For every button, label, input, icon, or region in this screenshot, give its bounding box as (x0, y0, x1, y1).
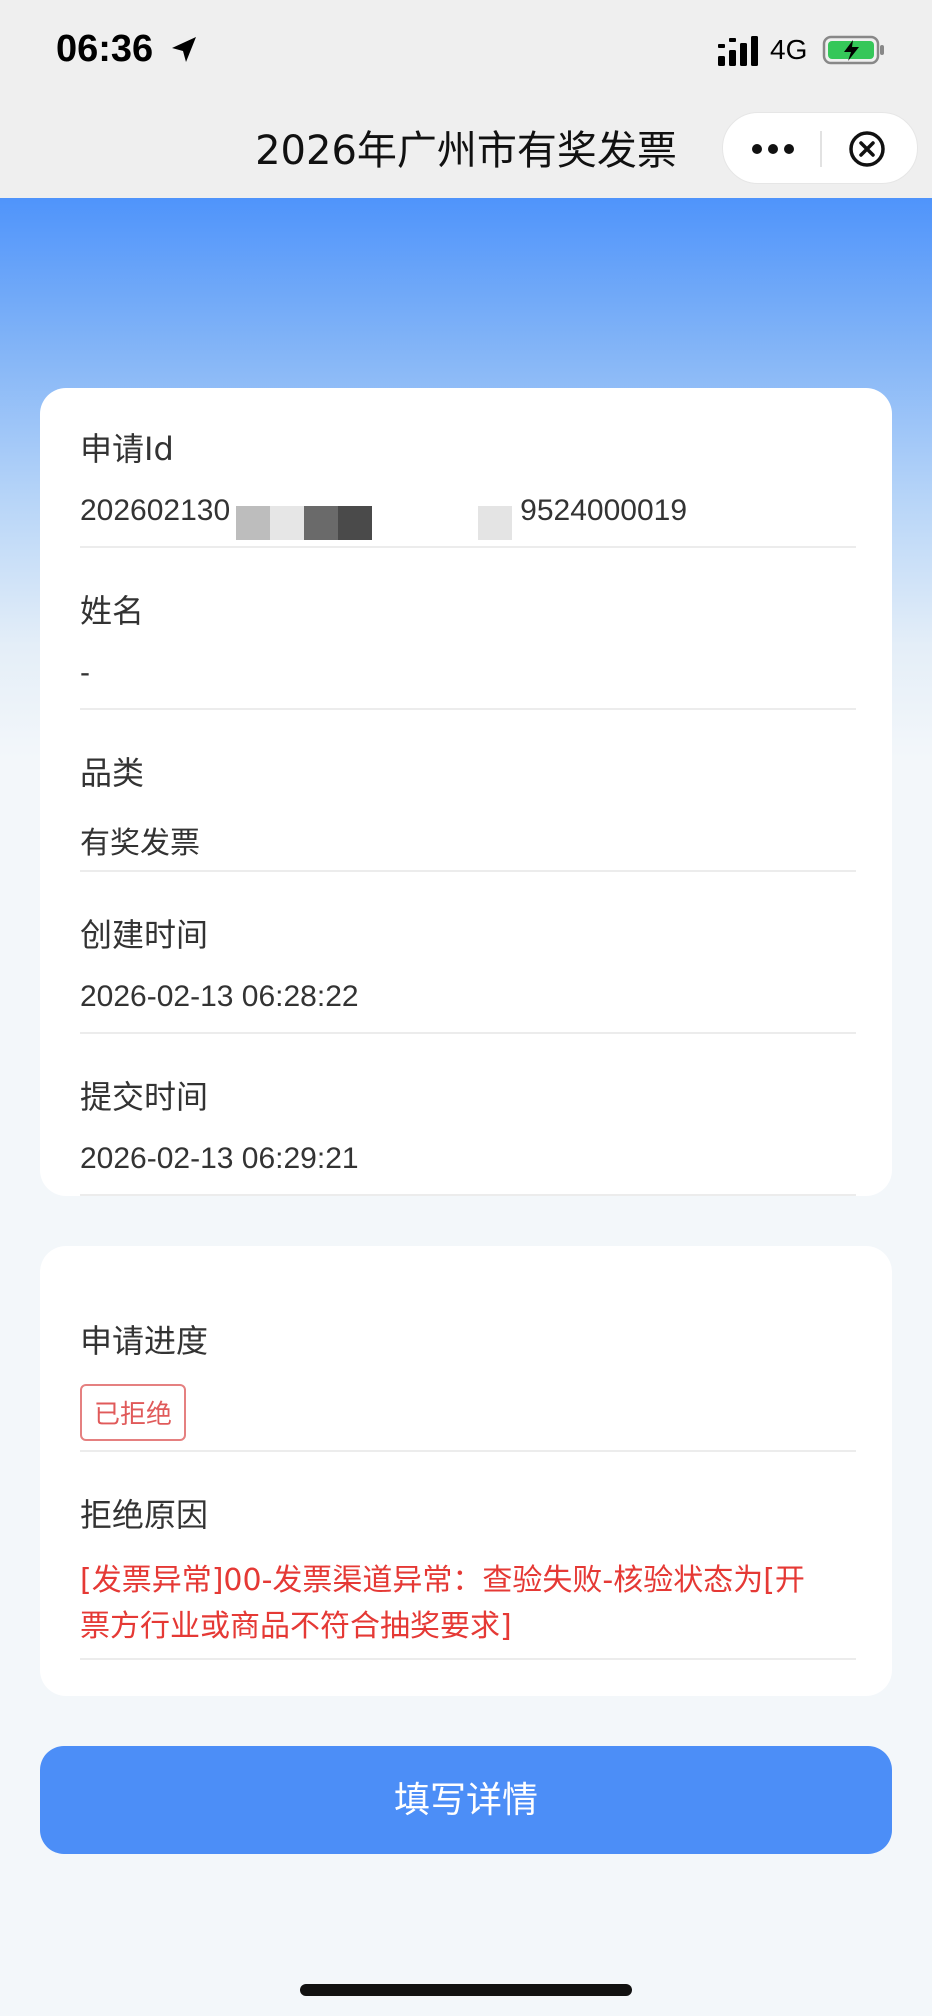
mosaic-image (236, 506, 512, 540)
fill-details-button[interactable]: 填写详情 (40, 1746, 892, 1854)
reject-reason-text: [发票异常]00-发票渠道异常：查验失败-核验状态为[开 票方行业或商品不符合抽… (80, 1558, 856, 1650)
mosaic-redaction (236, 506, 516, 540)
divider (80, 1032, 856, 1034)
field-label: 申请进度 (80, 1322, 209, 1360)
page-title-text: 2026年广州市有奖发票 (255, 128, 677, 174)
top-bar: 06:36 4G 2026年广州市有奖发票 (0, 0, 932, 198)
field-label: 申请Id (80, 430, 174, 468)
close-circle-icon[interactable] (847, 129, 887, 169)
battery-charging-icon (822, 35, 884, 65)
location-arrow-icon (172, 37, 196, 62)
field-created-time: 创建时间 2026-02-13 06:28:22 (80, 910, 856, 1014)
application-progress-card: 申请进度 已拒绝 拒绝原因 [发票异常]00-发票渠道异常：查验失败-核验状态为… (40, 1246, 892, 1696)
more-icon[interactable] (749, 135, 797, 163)
field-value: - (80, 656, 90, 689)
home-indicator[interactable] (300, 1984, 632, 1996)
signal-icon (718, 36, 758, 66)
status-badge: 已拒绝 (80, 1384, 187, 1441)
field-label: 提交时间 (80, 1078, 209, 1116)
status-bar: 06:36 4G (0, 0, 932, 100)
field-name: 姓名 - (80, 586, 856, 690)
status-time: 06:36 (56, 28, 154, 70)
field-value: 有奖发票 (80, 827, 200, 860)
field-label: 创建时间 (80, 916, 209, 954)
reject-reason-line: [发票异常]00-发票渠道异常：查验失败-核验状态为[开 (80, 1563, 805, 1598)
field-value: 2026-02-13 06:29:21 (80, 1142, 359, 1175)
field-label: 姓名 (80, 592, 145, 630)
capsule-divider (820, 131, 822, 167)
application-id-head: 202602130 (80, 494, 231, 527)
divider (80, 708, 856, 710)
divider (80, 1450, 856, 1452)
network-type: 4G (770, 34, 808, 65)
reject-reason-line: 票方行业或商品不符合抽奖要求] (80, 1609, 512, 1644)
field-category: 品类 有奖发票 (80, 748, 856, 862)
field-reject-reason: 拒绝原因 [发票异常]00-发票渠道异常：查验失败-核验状态为[开 票方行业或商… (80, 1490, 856, 1650)
field-value: 2026-02-13 06:28:22 (80, 980, 359, 1013)
field-label: 品类 (80, 754, 145, 792)
divider (80, 1658, 856, 1660)
divider (80, 870, 856, 872)
field-submitted-time: 提交时间 2026-02-13 06:29:21 (80, 1072, 856, 1176)
field-label: 拒绝原因 (80, 1496, 209, 1534)
divider (80, 546, 856, 548)
application-id-tail: 9524000019 (520, 494, 688, 527)
mini-program-capsule (722, 112, 918, 184)
field-progress: 申请进度 已拒绝 (80, 1316, 856, 1441)
divider (80, 1194, 856, 1196)
application-info-card: 申请Id 202602130 9524000019 姓名 - 品类 有奖发票 创建… (40, 388, 892, 1196)
